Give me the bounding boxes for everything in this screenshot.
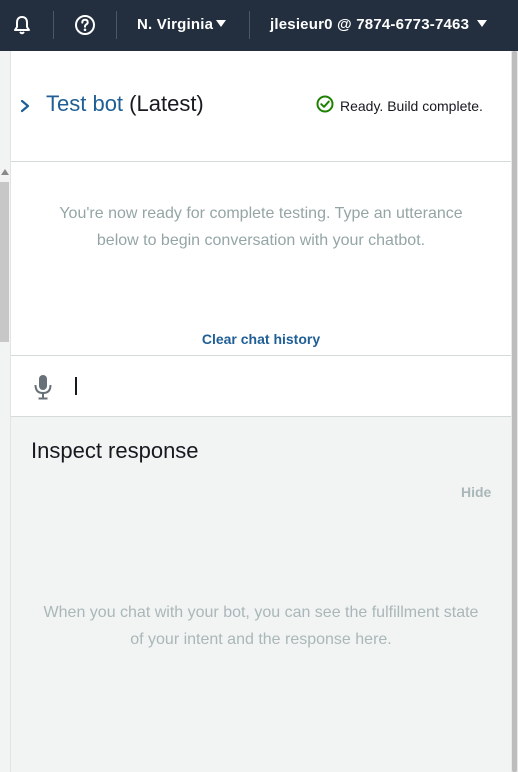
region-selector[interactable]: N. Virginia — [137, 16, 213, 33]
test-bot-panel: Test bot (Latest) Ready. Build complete.… — [11, 51, 511, 772]
nav-divider — [53, 11, 54, 39]
bell-icon[interactable] — [10, 13, 34, 37]
build-status: Ready. Build complete. — [316, 95, 483, 116]
microphone-icon[interactable] — [33, 374, 53, 400]
top-navigation-bar: N. Virginia jlesieur0 @ 7874-6773-7463 — [0, 0, 518, 51]
region-chevron-down-icon[interactable] — [216, 20, 226, 27]
check-circle-icon — [316, 95, 334, 116]
bot-name-link[interactable]: Test bot — [46, 91, 123, 116]
panel-title: Test bot (Latest) — [46, 91, 204, 117]
bot-version: (Latest) — [129, 91, 204, 116]
hide-button[interactable]: Hide — [461, 484, 491, 500]
chat-history: You're now ready for complete testing. T… — [11, 163, 511, 355]
nav-divider — [249, 11, 250, 39]
status-text: Ready. Build complete. — [340, 97, 483, 114]
chat-empty-message: You're now ready for complete testing. T… — [59, 205, 463, 249]
chat-input-row — [11, 355, 511, 417]
inspect-empty-message: When you chat with your bot, you can see… — [43, 604, 479, 648]
utterance-input[interactable] — [73, 372, 493, 400]
collapse-chevron-icon[interactable] — [19, 98, 31, 119]
text-cursor — [75, 377, 77, 395]
nav-divider — [116, 11, 117, 39]
help-icon[interactable] — [73, 13, 97, 37]
right-scrollbar[interactable] — [511, 51, 518, 772]
scrollbar-thumb[interactable] — [0, 182, 9, 342]
clear-chat-history-link[interactable]: Clear chat history — [11, 331, 511, 347]
inspect-response-section: Inspect response Hide When you chat with… — [11, 417, 511, 772]
left-scrollbar[interactable] — [0, 51, 11, 772]
scrollbar-thumb[interactable] — [512, 51, 517, 772]
inspect-response-title: Inspect response — [31, 438, 199, 463]
panel-header: Test bot (Latest) Ready. Build complete. — [11, 51, 511, 162]
account-chevron-down-icon[interactable] — [477, 20, 487, 27]
scroll-up-arrow-icon[interactable] — [1, 169, 9, 175]
account-menu[interactable]: jlesieur0 @ 7874-6773-7463 — [270, 16, 469, 33]
